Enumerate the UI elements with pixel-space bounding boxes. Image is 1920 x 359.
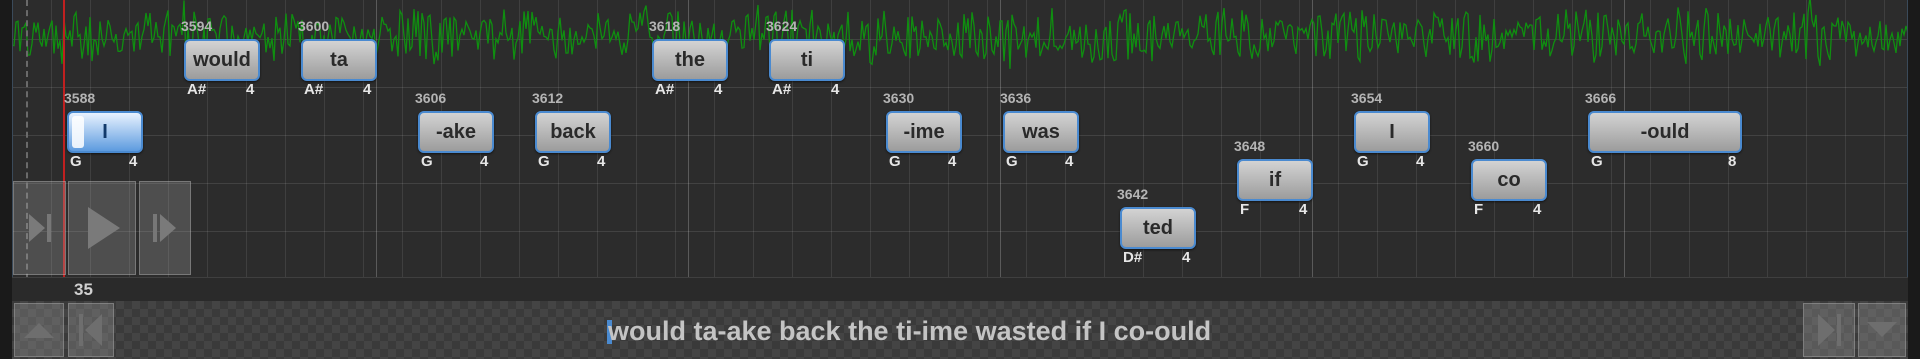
note-beat-number: 3624 — [766, 18, 798, 34]
note-length: 4 — [363, 81, 372, 98]
note-pitch: F — [1474, 201, 1484, 218]
lyrics-text[interactable]: would ta-ake back the ti-ime wasted if I… — [608, 316, 1211, 347]
note-beat-number: 3666 — [1585, 90, 1617, 106]
note-length: 4 — [1065, 153, 1074, 170]
note-editor[interactable]: 3588 I G 4 3594 would A# 4 3600 ta A# 4 3606 -ake G 4 36… — [0, 0, 1920, 359]
note-beat-number: 3594 — [181, 18, 213, 34]
note-block[interactable]: ta — [301, 39, 377, 81]
note-block[interactable]: -ould — [1588, 111, 1742, 153]
play-note-icon — [153, 214, 176, 242]
note-length: 4 — [1299, 201, 1308, 218]
scroll-up-button[interactable] — [14, 303, 64, 357]
note-beat-number: 3630 — [883, 90, 915, 106]
skip-to-start-icon — [28, 214, 51, 242]
next-line-icon — [1818, 314, 1841, 346]
note-beat-number: 3588 — [64, 90, 96, 106]
note-block[interactable]: would — [184, 39, 260, 81]
note-beat-number: 3660 — [1468, 138, 1500, 154]
note-lyric: I — [1389, 120, 1395, 143]
next-line-button[interactable] — [1803, 303, 1855, 357]
note-lyric: would — [193, 48, 251, 71]
note-length: 4 — [246, 81, 255, 98]
note-pitch: F — [1240, 201, 1250, 218]
note-length: 4 — [831, 81, 840, 98]
note-block[interactable]: the — [652, 39, 728, 81]
audio-waveform — [12, 0, 1908, 69]
previous-line-icon — [79, 314, 102, 346]
note-lyric: -ould — [1640, 120, 1690, 143]
arrow-up-icon — [24, 323, 54, 338]
note-length: 4 — [1416, 153, 1425, 170]
note-lyric: -ime — [903, 120, 945, 143]
note-length: 4 — [948, 153, 957, 170]
note-block[interactable]: was — [1003, 111, 1079, 153]
note-beat-number: 3600 — [298, 18, 330, 34]
note-pitch: G — [70, 153, 82, 170]
note-pitch: D# — [1123, 249, 1143, 266]
note-block[interactable]: I — [67, 111, 143, 153]
note-block[interactable]: ti — [769, 39, 845, 81]
note-length: 4 — [480, 153, 489, 170]
note-block[interactable]: if — [1237, 159, 1313, 201]
play-button[interactable] — [68, 181, 136, 275]
note-block[interactable]: back — [535, 111, 611, 153]
note-block[interactable]: -ake — [418, 111, 494, 153]
note-length: 4 — [1182, 249, 1191, 266]
play-icon — [88, 207, 120, 249]
note-length: 8 — [1728, 153, 1737, 170]
note-lyric: ti — [800, 48, 814, 71]
scroll-down-button[interactable] — [1858, 303, 1906, 357]
note-pitch: A# — [655, 81, 675, 98]
note-beat-number: 3618 — [649, 18, 681, 34]
note-pitch: A# — [304, 81, 324, 98]
note-block[interactable]: ted — [1120, 207, 1196, 249]
note-pitch: G — [1357, 153, 1369, 170]
play-note-button[interactable] — [139, 181, 191, 275]
line-number: 35 — [74, 280, 93, 299]
note-lyric: ted — [1143, 216, 1173, 239]
note-beat-number: 3642 — [1117, 186, 1149, 202]
note-resize-handle[interactable] — [72, 116, 84, 148]
note-pitch: A# — [772, 81, 792, 98]
waveform-trace — [12, 0, 1908, 69]
skip-to-start-button[interactable] — [13, 181, 66, 275]
note-lyric: I — [102, 120, 108, 143]
note-block[interactable]: I — [1354, 111, 1430, 153]
previous-line-button[interactable] — [68, 303, 114, 357]
note-beat-number: 3606 — [415, 90, 447, 106]
note-length: 4 — [714, 81, 723, 98]
note-lyric: back — [550, 120, 596, 143]
arrow-down-icon — [1867, 322, 1897, 337]
note-lyric: the — [675, 48, 705, 71]
note-beat-number: 3612 — [532, 90, 564, 106]
note-length: 4 — [1533, 201, 1542, 218]
note-block[interactable]: -ime — [886, 111, 962, 153]
note-block[interactable]: co — [1471, 159, 1547, 201]
note-length: 4 — [129, 153, 138, 170]
note-lyric: -ake — [435, 120, 477, 143]
note-pitch: G — [538, 153, 550, 170]
note-pitch: G — [1591, 153, 1603, 170]
line-info-strip — [12, 277, 1908, 302]
note-lyric: was — [1022, 120, 1060, 143]
note-pitch: G — [421, 153, 433, 170]
note-lyric: ta — [330, 48, 348, 71]
note-pitch: G — [1006, 153, 1018, 170]
note-beat-number: 3648 — [1234, 138, 1266, 154]
note-lyric: if — [1268, 168, 1282, 191]
right-frame — [1907, 0, 1920, 359]
note-beat-number: 3636 — [1000, 90, 1032, 106]
note-beat-number: 3654 — [1351, 90, 1383, 106]
note-lyric: co — [1497, 168, 1521, 191]
note-length: 4 — [597, 153, 606, 170]
note-pitch: A# — [187, 81, 207, 98]
note-pitch: G — [889, 153, 901, 170]
